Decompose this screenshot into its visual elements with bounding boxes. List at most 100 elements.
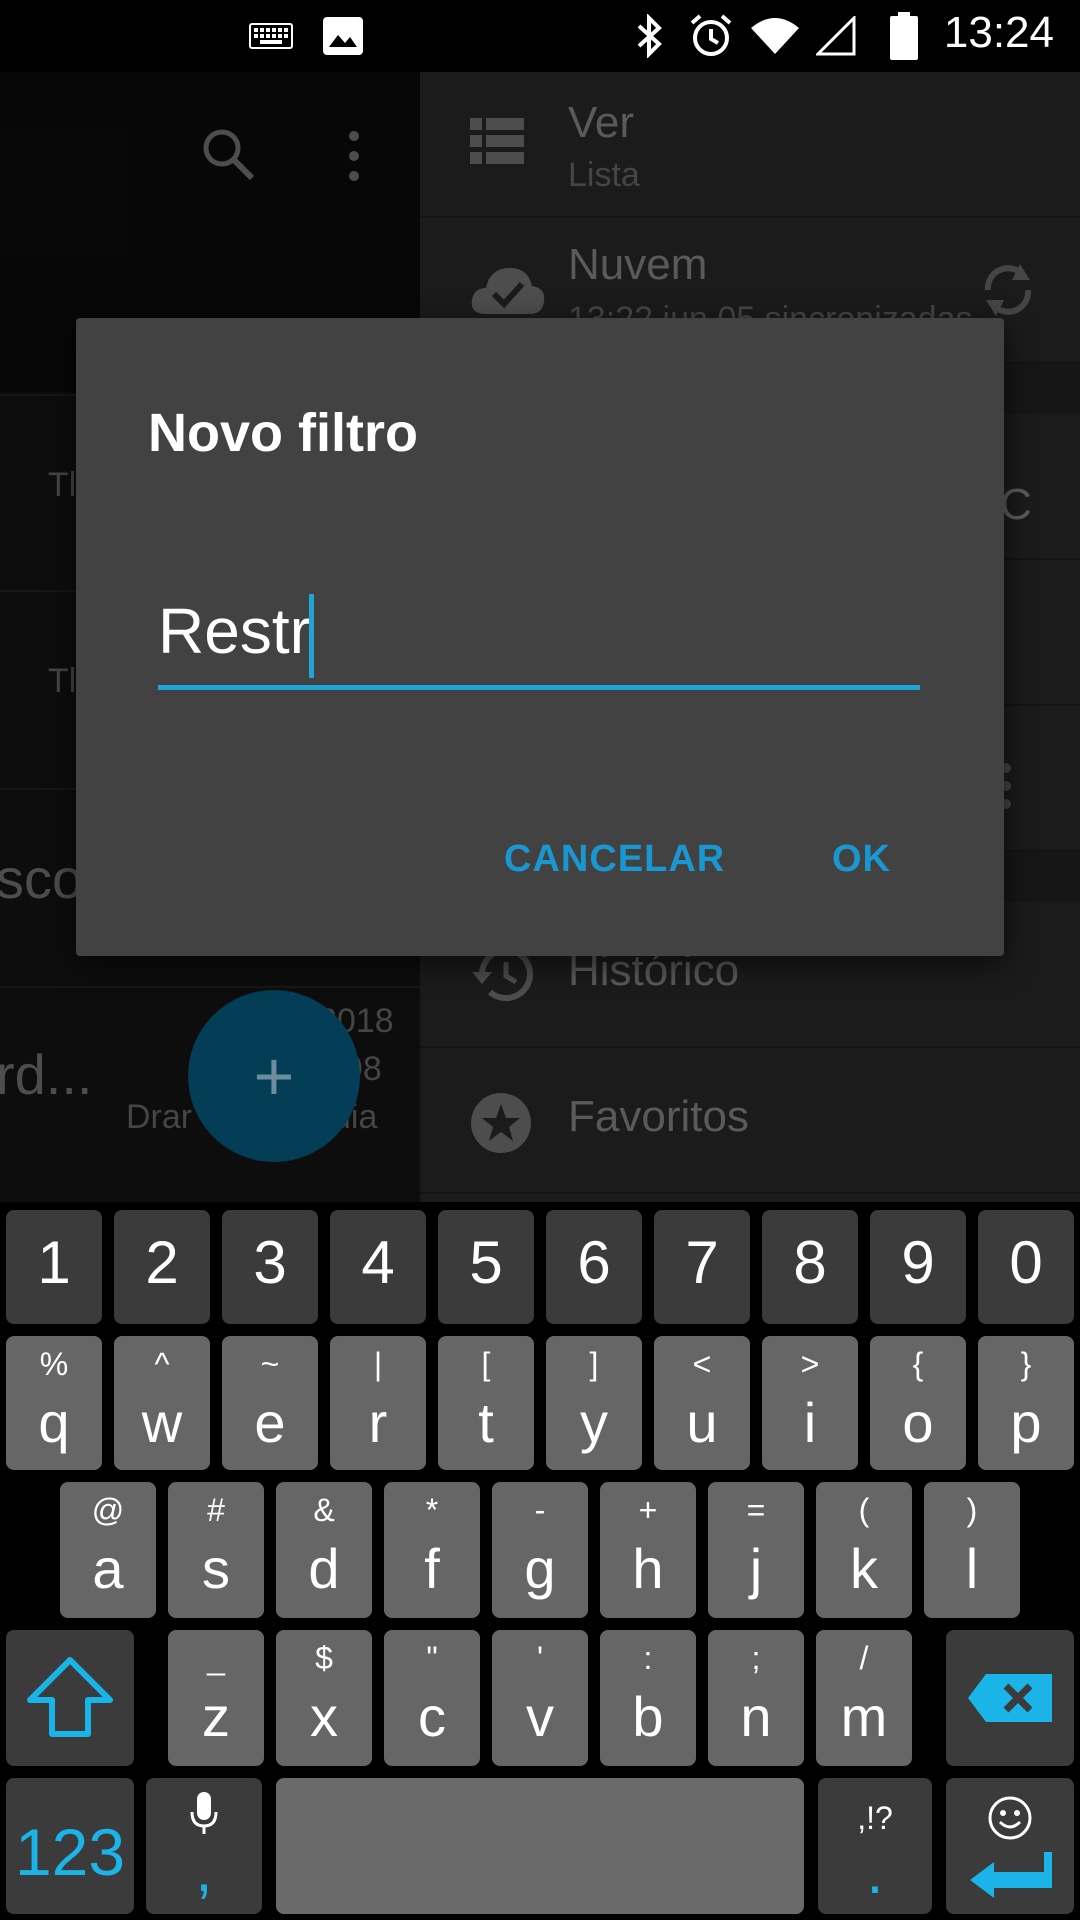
ok-button[interactable]: OK	[832, 838, 891, 881]
key-0[interactable]: 0	[978, 1210, 1074, 1324]
key-alt-symbol: &	[313, 1492, 335, 1528]
key-j[interactable]: = j	[708, 1482, 804, 1618]
soft-keyboard: 123 , ,!? . 1 2 3 4 5 6 7 8 9 0% q ^ w ~ e | r[t] y < u > i{o…	[0, 1202, 1080, 1920]
key-x[interactable]: $ x	[276, 1630, 372, 1766]
status-bar: 13:24	[0, 0, 1080, 72]
key-2[interactable]: 2	[114, 1210, 210, 1324]
key-alt-symbol: =	[746, 1492, 766, 1528]
key-alt-symbol: "	[426, 1640, 438, 1676]
key-label: f	[424, 1537, 440, 1600]
key-label: v	[526, 1685, 554, 1748]
key-alt-symbol: /	[859, 1640, 869, 1676]
key-label: q	[38, 1391, 70, 1454]
key-label: s	[202, 1537, 230, 1600]
key-1[interactable]: 1	[6, 1210, 102, 1324]
key-label: l	[965, 1537, 979, 1600]
comma-voice-key[interactable]: ,	[146, 1778, 262, 1914]
key-label: k	[850, 1537, 878, 1600]
key-y[interactable]: ] y	[546, 1336, 642, 1470]
key-7[interactable]: 7	[654, 1210, 750, 1324]
key-n[interactable]: ; n	[708, 1630, 804, 1766]
key-k[interactable]: (k	[816, 1482, 912, 1618]
comma-label: ,	[195, 1837, 213, 1904]
enter-arrow-icon	[970, 1852, 1052, 1898]
space-key[interactable]	[276, 1778, 804, 1914]
filter-name-input[interactable]: Restr	[158, 576, 920, 690]
key-label: g	[524, 1537, 556, 1600]
key-label: y	[580, 1391, 608, 1454]
key-o[interactable]: {o	[870, 1336, 966, 1470]
key-alt-symbol: %	[39, 1346, 69, 1382]
key-9[interactable]: 9	[870, 1210, 966, 1324]
key-b[interactable]: :b	[600, 1630, 696, 1766]
text-cursor	[308, 594, 314, 679]
key-m[interactable]: / m	[816, 1630, 912, 1766]
key-z[interactable]: _ z	[168, 1630, 264, 1766]
wifi-icon	[748, 0, 802, 72]
key-alt-symbol: -	[534, 1492, 546, 1528]
numbers-mode-key[interactable]: 123	[6, 1778, 134, 1914]
key-l[interactable]: ) l	[924, 1482, 1020, 1618]
key-label: r	[368, 1391, 388, 1454]
key-alt-symbol: $	[315, 1640, 333, 1676]
key-alt-symbol: _	[207, 1640, 225, 1676]
key-alt-symbol: @	[91, 1492, 125, 1528]
key-label: w	[141, 1391, 183, 1454]
key-t[interactable]: [t	[438, 1336, 534, 1470]
key-alt-symbol: +	[638, 1492, 658, 1528]
key-5[interactable]: 5	[438, 1210, 534, 1324]
key-h[interactable]: + h	[600, 1482, 696, 1618]
key-label: 8	[793, 1229, 827, 1296]
key-3[interactable]: 3	[222, 1210, 318, 1324]
key-alt-symbol: |	[373, 1346, 383, 1382]
shift-arrow-icon	[27, 1657, 113, 1737]
key-6[interactable]: 6	[546, 1210, 642, 1324]
key-alt-symbol: [	[481, 1346, 491, 1382]
plus-icon: +	[253, 1037, 295, 1115]
key-p[interactable]: } p	[978, 1336, 1074, 1470]
key-e[interactable]: ~ e	[222, 1336, 318, 1470]
backspace-key[interactable]	[946, 1630, 1074, 1766]
key-a[interactable]: @ a	[60, 1482, 156, 1618]
key-alt-symbol: (	[858, 1492, 870, 1528]
key-8[interactable]: 8	[762, 1210, 858, 1324]
key-label: d	[308, 1537, 340, 1600]
key-alt-symbol: *	[425, 1492, 439, 1528]
enter-key[interactable]	[946, 1778, 1074, 1914]
key-i[interactable]: > i	[762, 1336, 858, 1470]
key-label: b	[632, 1685, 664, 1748]
period-key[interactable]: ,!? .	[818, 1778, 932, 1914]
key-alt-symbol: <	[692, 1346, 712, 1382]
battery-icon	[884, 0, 924, 72]
key-label: 3	[253, 1229, 287, 1296]
key-f[interactable]: * f	[384, 1482, 480, 1618]
key-u[interactable]: < u	[654, 1336, 750, 1470]
bluetooth-icon	[628, 0, 672, 72]
cancel-button[interactable]: CANCELAR	[504, 838, 725, 881]
alarm-icon	[686, 0, 736, 72]
key-d[interactable]: & d	[276, 1482, 372, 1618]
key-w[interactable]: ^ w	[114, 1336, 210, 1470]
microphone-icon	[190, 1792, 218, 1834]
key-label: x	[310, 1685, 338, 1748]
key-alt-symbol: )	[966, 1492, 978, 1528]
numbers-mode-label: 123	[14, 1815, 126, 1889]
period-key-alt: ,!?	[857, 1800, 893, 1836]
key-c[interactable]: " c	[384, 1630, 480, 1766]
key-alt-symbol: ;	[751, 1640, 761, 1676]
key-4[interactable]: 4	[330, 1210, 426, 1324]
new-filter-dialog: Novo filtro Restr CANCELAR OK	[76, 318, 1004, 956]
key-label: z	[202, 1685, 230, 1748]
shift-key[interactable]	[6, 1630, 134, 1766]
key-v[interactable]: ' v	[492, 1630, 588, 1766]
key-q[interactable]: % q	[6, 1336, 102, 1470]
emoji-icon	[988, 1796, 1032, 1840]
key-alt-symbol: '	[536, 1640, 544, 1676]
key-label: h	[632, 1537, 664, 1600]
add-fab-button[interactable]: +	[188, 990, 360, 1162]
key-label: 7	[685, 1229, 719, 1296]
key-label: 9	[901, 1229, 935, 1296]
key-g[interactable]: -g	[492, 1482, 588, 1618]
key-r[interactable]: | r	[330, 1336, 426, 1470]
key-s[interactable]: # s	[168, 1482, 264, 1618]
